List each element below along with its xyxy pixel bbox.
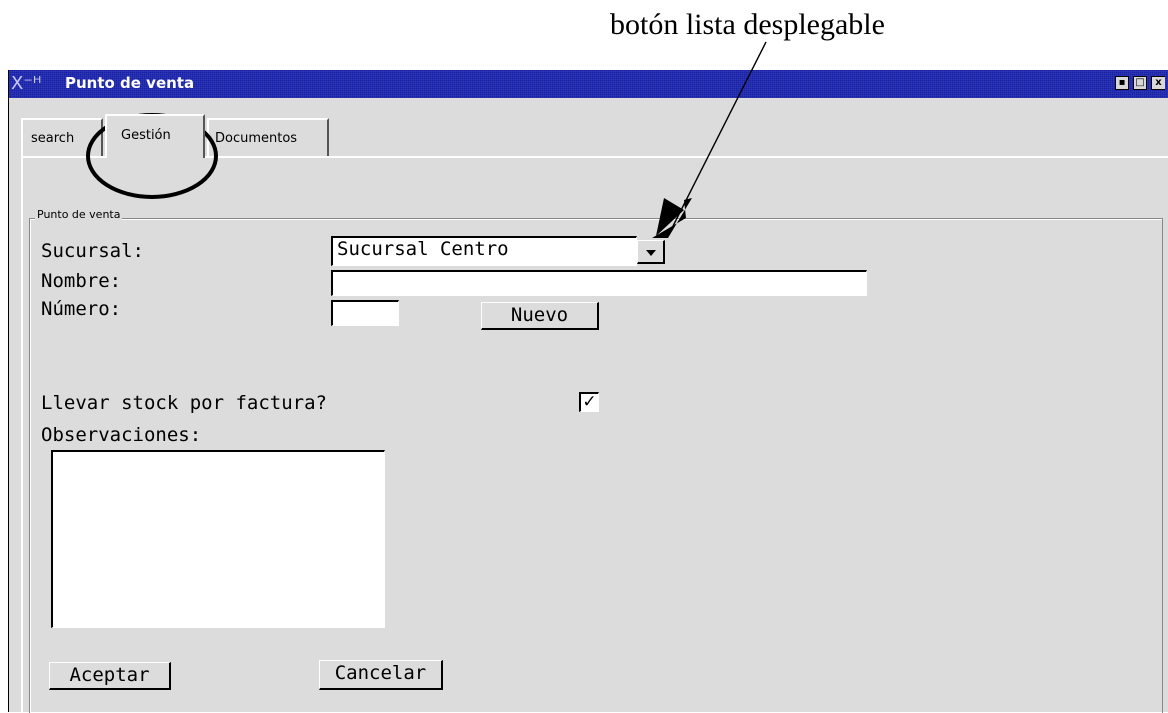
group-legend: Punto de venta [35,208,123,221]
title-bar[interactable]: X⁻ᴴ Punto de venta ▪ □ x [9,70,1168,98]
maximize-button[interactable]: □ [1133,76,1147,90]
minimize-button[interactable]: ▪ [1115,76,1129,90]
stock-label: Llevar stock por factura? [41,392,327,414]
numero-label: Número: [41,298,122,320]
tab-search[interactable]: search [21,118,103,156]
callout-label: botón lista desplegable [610,8,885,41]
observaciones-label: Observaciones: [41,424,202,446]
close-button[interactable]: x [1151,76,1165,90]
sucursal-label: Sucursal: [41,240,144,262]
tab-documentos[interactable]: Documentos [207,118,329,156]
numero-field[interactable] [331,300,399,326]
app-window: X⁻ᴴ Punto de venta ▪ □ x search Gestión … [8,70,1168,713]
window-title: Punto de venta [65,74,195,92]
nuevo-button[interactable]: Nuevo [481,302,599,330]
tab-gestion[interactable]: Gestión [105,114,205,158]
checkmark-icon: ✓ [582,392,597,412]
nombre-field[interactable] [331,270,867,296]
window-menu-icon[interactable]: X⁻ᴴ [11,73,61,95]
nombre-label: Nombre: [41,270,122,292]
dropdown-button[interactable] [637,240,665,264]
observaciones-textarea[interactable] [51,450,385,628]
aceptar-button[interactable]: Aceptar [49,662,171,690]
stock-checkbox[interactable]: ✓ [579,392,599,412]
sucursal-select[interactable]: Sucursal Centro [331,236,637,266]
cancelar-button[interactable]: Cancelar [319,660,443,690]
chevron-down-icon [646,250,656,256]
